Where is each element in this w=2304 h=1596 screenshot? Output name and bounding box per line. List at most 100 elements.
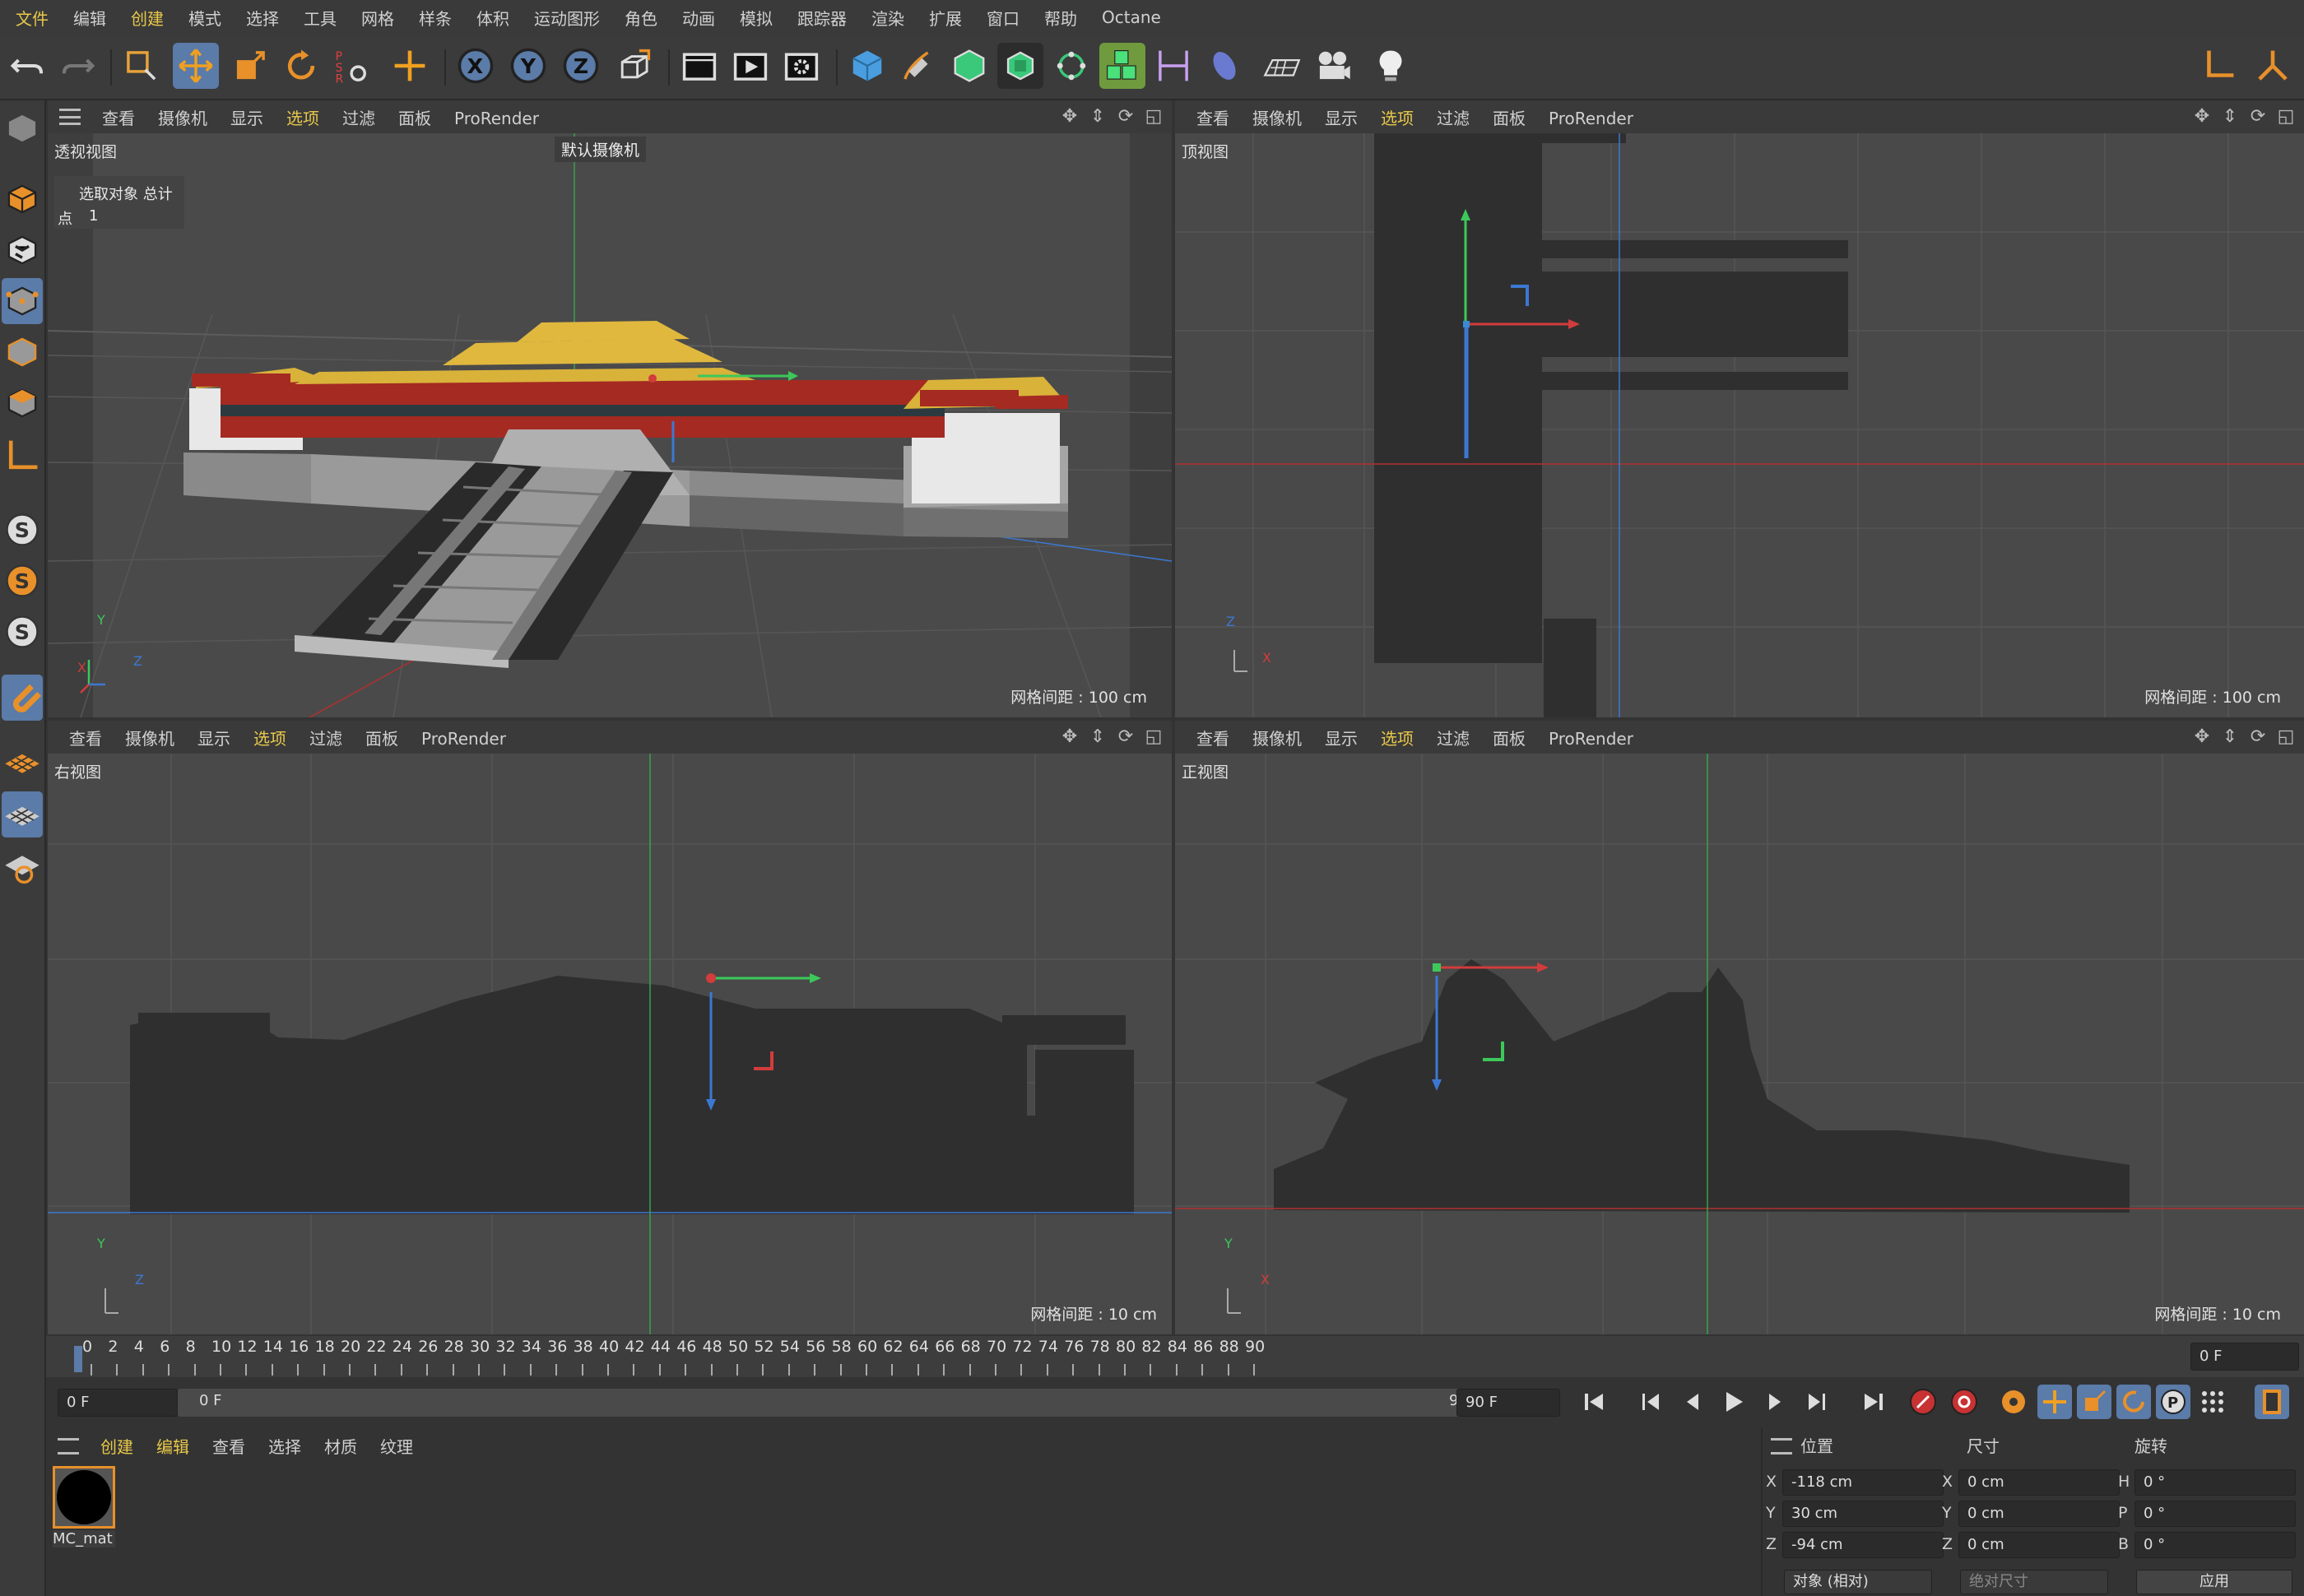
- coordinate-mode-select[interactable]: 对象 (相对): [1784, 1570, 1932, 1594]
- orbit-icon[interactable]: ⟳: [1116, 727, 1136, 747]
- prev-key-icon[interactable]: [1634, 1385, 1669, 1419]
- size-field[interactable]: 0 cm: [1958, 1501, 2120, 1527]
- viewport-menu-item[interactable]: 摄像机: [1241, 729, 1313, 749]
- light-icon[interactable]: [1368, 43, 1414, 89]
- maximize-icon[interactable]: ◱: [2276, 727, 2296, 747]
- quantize-icon[interactable]: [2, 791, 43, 837]
- texture-mode-icon[interactable]: [2, 227, 43, 273]
- render-region-icon[interactable]: [676, 43, 722, 89]
- viewport-menu-item[interactable]: 选项: [1369, 729, 1425, 749]
- key-position-icon[interactable]: [2037, 1385, 2072, 1419]
- workplane-icon[interactable]: [2, 739, 43, 785]
- right-canvas[interactable]: [48, 754, 1172, 1334]
- orbit-icon[interactable]: ⟳: [1116, 107, 1136, 127]
- start-frame-field[interactable]: 0 F: [58, 1389, 178, 1417]
- menu-item[interactable]: 帮助: [1032, 6, 1089, 30]
- layout-toggle-icon[interactable]: [2195, 43, 2241, 89]
- menu-item[interactable]: 文件: [3, 6, 61, 30]
- front-viewport[interactable]: 查看 摄像机 显示 选项 过滤 面板 ProRender ✥ ⇕ ⟳ ◱ 正视图 Y X 网格间距…: [1175, 721, 2304, 1334]
- viewport-menu-item[interactable]: ProRender: [443, 109, 550, 128]
- viewport-menu-item[interactable]: 选项: [275, 109, 331, 128]
- scale-icon[interactable]: [227, 43, 273, 89]
- camera-icon[interactable]: [1310, 43, 1356, 89]
- material-menu-item[interactable]: 选择: [257, 1434, 313, 1458]
- edges-mode-icon[interactable]: [2, 329, 43, 375]
- menu-item[interactable]: 扩展: [917, 6, 974, 30]
- material-menu-item[interactable]: 纹理: [369, 1434, 425, 1458]
- model-mode-icon[interactable]: [2, 176, 43, 222]
- position-field[interactable]: 30 cm: [1782, 1501, 1944, 1527]
- viewport-menu-item[interactable]: 查看: [58, 729, 114, 749]
- viewport-menu-item[interactable]: 过滤: [1425, 729, 1481, 749]
- top-viewport[interactable]: 查看 摄像机 显示 选项 过滤 面板 ProRender ✥ ⇕ ⟳ ◱ 顶视图…: [1175, 100, 2304, 717]
- material-menu-item[interactable]: 创建: [89, 1434, 145, 1458]
- live-select-icon[interactable]: [118, 43, 165, 89]
- material-menu-item[interactable]: 编辑: [145, 1434, 201, 1458]
- viewport-menu-item[interactable]: 过滤: [331, 109, 387, 128]
- viewport-menu-item[interactable]: ProRender: [410, 729, 518, 749]
- cloner-icon[interactable]: [997, 43, 1043, 89]
- y-axis-lock-icon[interactable]: Y: [505, 43, 551, 89]
- zoom-icon[interactable]: ⇕: [2220, 727, 2240, 747]
- current-frame-field[interactable]: 0 F: [2190, 1343, 2299, 1371]
- menu-item[interactable]: 体积: [464, 6, 522, 30]
- perspective-canvas[interactable]: [48, 133, 1172, 717]
- rotation-field[interactable]: 0 °: [2134, 1469, 2296, 1496]
- render-settings-icon[interactable]: [778, 43, 825, 89]
- menu-item[interactable]: 渲染: [859, 6, 917, 30]
- viewport-menu-item[interactable]: 查看: [91, 109, 146, 128]
- viewport-menu-item[interactable]: 选项: [1369, 109, 1425, 128]
- viewport-menu-item[interactable]: 面板: [1481, 109, 1537, 128]
- viewport-menu-item[interactable]: 面板: [354, 729, 410, 749]
- key-parameter-icon[interactable]: P: [2156, 1385, 2190, 1419]
- material-thumbnail[interactable]: [53, 1466, 115, 1529]
- pen-icon[interactable]: [895, 43, 941, 89]
- menu-item[interactable]: 动画: [670, 6, 727, 30]
- viewport-menu-item[interactable]: ProRender: [1537, 109, 1645, 128]
- autokey-icon[interactable]: [1947, 1385, 1981, 1419]
- maximize-icon[interactable]: ◱: [1144, 727, 1164, 747]
- timeline-icon[interactable]: [2255, 1385, 2289, 1419]
- subdivision-icon[interactable]: [946, 43, 992, 89]
- play-icon[interactable]: [1716, 1385, 1751, 1419]
- menu-item[interactable]: 网格: [349, 6, 406, 30]
- viewport-menu-item[interactable]: 显示: [186, 729, 242, 749]
- menu-item[interactable]: 编辑: [61, 6, 118, 30]
- snap-icon[interactable]: S: [2, 507, 43, 553]
- bend-icon[interactable]: [1150, 43, 1196, 89]
- viewport-menu-item[interactable]: 过滤: [1425, 109, 1481, 128]
- node-icon[interactable]: [2250, 43, 2296, 89]
- zoom-icon[interactable]: ⇕: [1088, 107, 1108, 127]
- record-icon[interactable]: [1906, 1385, 1940, 1419]
- viewport-menu-item[interactable]: 过滤: [298, 729, 354, 749]
- voxel-icon[interactable]: [1099, 43, 1145, 89]
- world-coord-icon[interactable]: [611, 43, 657, 89]
- make-editable-icon[interactable]: [2, 105, 43, 151]
- next-frame-icon[interactable]: [1758, 1385, 1792, 1419]
- zoom-icon[interactable]: ⇕: [2220, 107, 2240, 127]
- right-viewport[interactable]: 查看 摄像机 显示 选项 过滤 面板 ProRender ✥ ⇕ ⟳ ◱ 右视图…: [48, 721, 1172, 1334]
- transform-icon[interactable]: [387, 43, 433, 89]
- z-axis-lock-icon[interactable]: Z: [558, 43, 604, 89]
- menu-icon[interactable]: [58, 1438, 79, 1454]
- x-axis-lock-icon[interactable]: X: [453, 43, 499, 89]
- viewport-menu-item[interactable]: 面板: [387, 109, 443, 128]
- viewport-menu-item[interactable]: 显示: [1313, 109, 1369, 128]
- perspective-viewport[interactable]: 查看 摄像机 显示 选项 过滤 面板 ProRender ✥ ⇕ ⟳ ◱ 透视视…: [48, 100, 1172, 717]
- pan-icon[interactable]: ✥: [1060, 107, 1080, 127]
- key-scale-icon[interactable]: [2077, 1385, 2111, 1419]
- floor-icon[interactable]: [1259, 43, 1305, 89]
- viewport-menu-item[interactable]: 摄像机: [114, 729, 186, 749]
- front-canvas[interactable]: [1175, 754, 2304, 1334]
- orbit-icon[interactable]: ⟳: [2248, 727, 2268, 747]
- redo-icon[interactable]: [54, 43, 100, 89]
- key-rotation-icon[interactable]: [2116, 1385, 2151, 1419]
- rotate-icon[interactable]: [278, 43, 324, 89]
- keyframe-selection-icon[interactable]: [1996, 1385, 2031, 1419]
- axis-mode-icon[interactable]: [2, 433, 43, 479]
- material-name[interactable]: MC_mat: [53, 1530, 115, 1547]
- size-field[interactable]: 0 cm: [1958, 1532, 2120, 1558]
- playhead[interactable]: [74, 1346, 82, 1372]
- go-to-end-icon[interactable]: [1856, 1385, 1891, 1419]
- viewport-menu-item[interactable]: 选项: [242, 729, 298, 749]
